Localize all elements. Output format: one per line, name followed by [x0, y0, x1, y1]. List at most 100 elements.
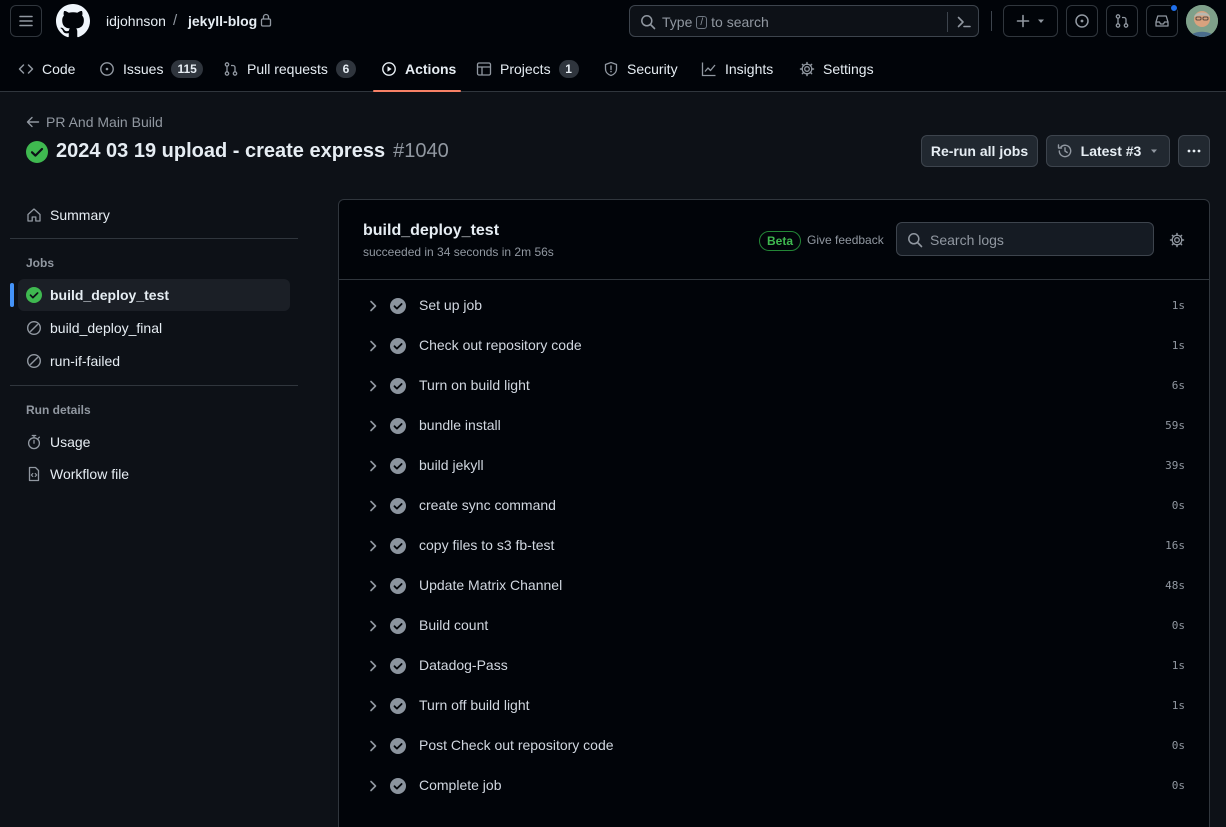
- tab-projects[interactable]: Projects 1: [476, 46, 579, 92]
- job-log-panel: build_deploy_test succeeded in 34 second…: [338, 199, 1210, 827]
- sidebar-workflow-file[interactable]: Workflow file: [18, 458, 290, 490]
- job-step-label: Build count: [419, 617, 489, 633]
- job-step[interactable]: Post Check out repository code 0s: [339, 726, 1209, 766]
- sidebar-job-run-if-failed[interactable]: run-if-failed: [18, 345, 290, 377]
- lock-icon: [260, 13, 272, 27]
- check-circle-fill-icon: [390, 538, 406, 554]
- chevron-right-icon[interactable]: [366, 539, 380, 553]
- check-circle-fill-icon: [390, 698, 406, 714]
- job-steps-list: Set up job 1s Check out repository code …: [339, 286, 1209, 806]
- rerun-label: Re-run all jobs: [930, 143, 1029, 159]
- breadcrumb-owner[interactable]: idjohnson: [106, 13, 166, 29]
- more-options-button[interactable]: [1178, 135, 1210, 167]
- sidebar-job-build-deploy-test[interactable]: build_deploy_test: [18, 279, 290, 311]
- run-title-text: 2024 03 19 upload - create express: [56, 140, 386, 162]
- search-hotkey: /: [696, 15, 708, 29]
- back-to-workflow-link[interactable]: PR And Main Build: [26, 114, 163, 130]
- job-step-duration: 59s: [1165, 419, 1185, 432]
- chevron-right-icon[interactable]: [366, 459, 380, 473]
- check-circle-fill-icon: [390, 578, 406, 594]
- job-step[interactable]: Turn on build light 6s: [339, 366, 1209, 406]
- menu-button[interactable]: [10, 5, 42, 37]
- chevron-right-icon[interactable]: [366, 379, 380, 393]
- job-step-duration: 39s: [1165, 459, 1185, 472]
- avatar[interactable]: [1186, 5, 1218, 37]
- create-new-button[interactable]: [1003, 5, 1058, 37]
- job-step-label: Post Check out repository code: [419, 737, 614, 753]
- job-log-header: build_deploy_test succeeded in 34 second…: [339, 200, 1209, 280]
- global-search[interactable]: Type / to search: [629, 5, 979, 37]
- rerun-all-jobs-button[interactable]: Re-run all jobs: [921, 135, 1038, 167]
- chevron-right-icon[interactable]: [366, 579, 380, 593]
- job-step-duration: 0s: [1171, 739, 1185, 752]
- job-step-label: Update Matrix Channel: [419, 577, 563, 593]
- job-step[interactable]: Update Matrix Channel 48s: [339, 566, 1209, 606]
- chevron-right-icon[interactable]: [366, 339, 380, 353]
- job-step[interactable]: Complete job 0s: [339, 766, 1209, 806]
- tab-label: Actions: [405, 61, 457, 77]
- command-palette-icon[interactable]: [956, 14, 972, 30]
- job-step[interactable]: Build count 0s: [339, 606, 1209, 646]
- search-icon: [907, 232, 923, 248]
- search-logs-input[interactable]: Search logs: [896, 222, 1154, 256]
- projects-counter: 1: [558, 60, 579, 78]
- chevron-right-icon[interactable]: [366, 499, 380, 513]
- attempt-label: Latest #3: [1080, 143, 1142, 159]
- gear-icon[interactable]: [1169, 232, 1185, 248]
- repo-nav: Code Issues 115 Pull requests 6 Actions: [0, 46, 1226, 92]
- github-logo-icon[interactable]: [56, 4, 90, 38]
- job-step[interactable]: create sync command 0s: [339, 486, 1209, 526]
- sidebar-jobs-heading: Jobs: [26, 256, 55, 270]
- inbox-icon: [1154, 13, 1170, 29]
- tab-code[interactable]: Code: [18, 46, 75, 92]
- chevron-right-icon[interactable]: [366, 419, 380, 433]
- chevron-right-icon[interactable]: [366, 659, 380, 673]
- give-feedback-link[interactable]: Give feedback: [807, 233, 884, 247]
- job-step-duration: 1s: [1171, 299, 1185, 312]
- gear-icon: [799, 61, 815, 77]
- tab-pull-requests[interactable]: Pull requests 6: [223, 46, 356, 92]
- tab-actions[interactable]: Actions: [381, 46, 456, 92]
- job-step-label: Turn on build light: [419, 377, 530, 393]
- issues-button[interactable]: [1066, 5, 1098, 37]
- sidebar-divider: [10, 238, 298, 239]
- header-divider: [991, 11, 992, 31]
- chevron-right-icon[interactable]: [366, 299, 380, 313]
- chevron-right-icon[interactable]: [366, 779, 380, 793]
- pull-requests-button[interactable]: [1106, 5, 1138, 37]
- job-step[interactable]: Check out repository code 1s: [339, 326, 1209, 366]
- attempt-selector[interactable]: Latest #3: [1046, 135, 1170, 167]
- sidebar-job-label: build_deploy_final: [50, 320, 163, 336]
- job-step[interactable]: Datadog-Pass 1s: [339, 646, 1209, 686]
- tab-security[interactable]: Security: [603, 46, 678, 92]
- job-step[interactable]: bundle install 59s: [339, 406, 1209, 446]
- job-step-label: Set up job: [419, 297, 483, 313]
- sidebar-usage[interactable]: Usage: [18, 426, 290, 458]
- search-placeholder: Type / to search: [662, 14, 769, 30]
- job-step[interactable]: Turn off build light 1s: [339, 686, 1209, 726]
- chevron-right-icon[interactable]: [366, 619, 380, 633]
- job-step-label: Datadog-Pass: [419, 657, 508, 673]
- tab-label: Insights: [725, 61, 774, 77]
- tab-insights[interactable]: Insights: [701, 46, 773, 92]
- chevron-right-icon[interactable]: [366, 739, 380, 753]
- sidebar-workflow-file-label: Workflow file: [50, 466, 130, 482]
- check-circle-fill-icon: [390, 338, 406, 354]
- chevron-right-icon[interactable]: [366, 699, 380, 713]
- job-step[interactable]: copy files to s3 fb-test 16s: [339, 526, 1209, 566]
- tab-settings[interactable]: Settings: [799, 46, 874, 92]
- sidebar-job-build-deploy-final[interactable]: build_deploy_final: [18, 312, 290, 344]
- search-divider: [947, 12, 948, 32]
- job-step[interactable]: build jekyll 39s: [339, 446, 1209, 486]
- sidebar-summary[interactable]: Summary: [18, 199, 290, 231]
- breadcrumb-repo[interactable]: jekyll-blog: [188, 13, 257, 29]
- sidebar-run-details-heading: Run details: [26, 403, 91, 417]
- sidebar-divider: [10, 385, 298, 386]
- job-step-label: bundle install: [419, 417, 501, 433]
- kebab-horizontal-icon: [1186, 143, 1202, 159]
- job-step-duration: 1s: [1171, 699, 1185, 712]
- check-circle-fill-icon: [26, 287, 42, 303]
- tab-issues[interactable]: Issues 115: [99, 46, 203, 92]
- notification-dot: [1170, 4, 1178, 12]
- job-step[interactable]: Set up job 1s: [339, 286, 1209, 326]
